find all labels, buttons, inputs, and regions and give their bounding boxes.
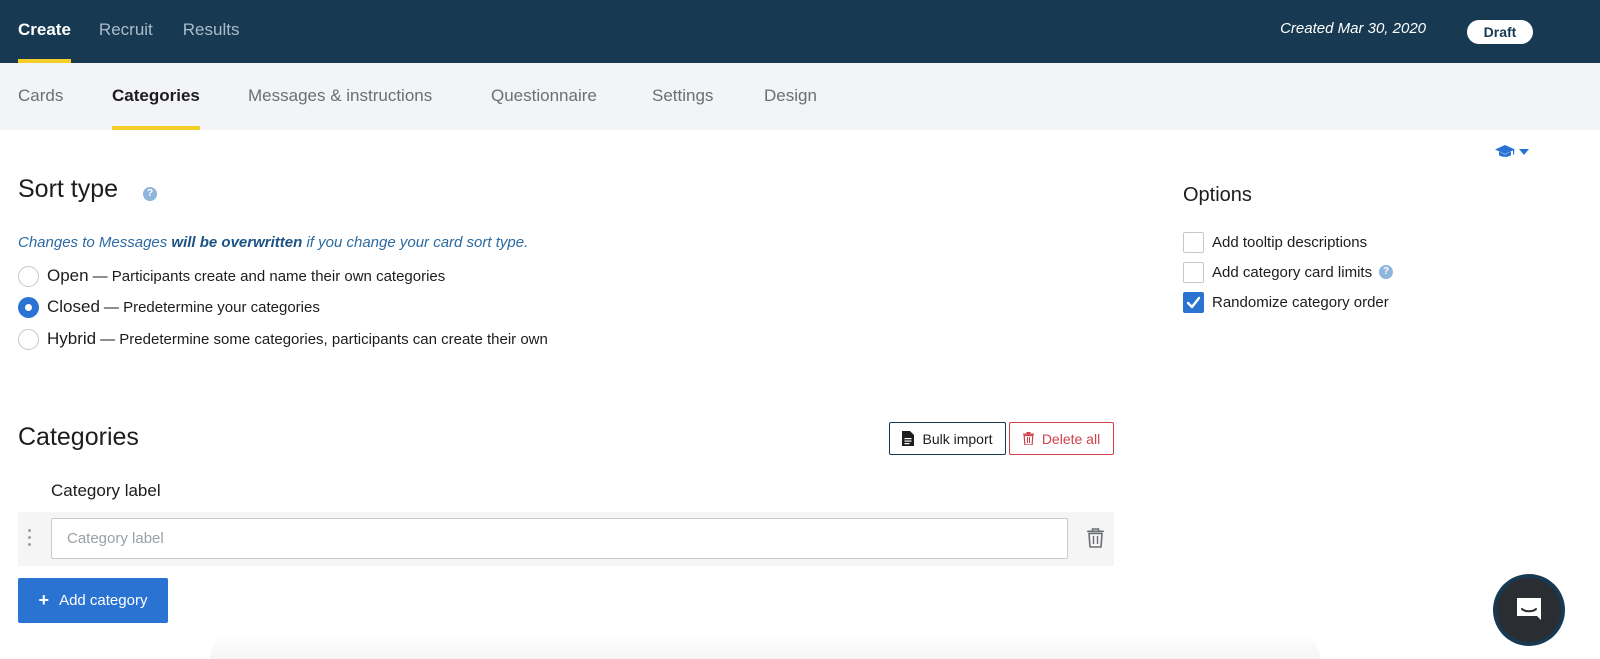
sort-option-closed[interactable]: Closed — Predetermine your categories (18, 296, 320, 318)
sort-option-hybrid[interactable]: Hybrid — Predetermine some categories, p… (18, 328, 548, 350)
option-randomize-category-order[interactable]: Randomize category order (1183, 291, 1389, 313)
card-limits-help-icon[interactable]: ? (1379, 265, 1394, 279)
bulk-import-button[interactable]: Bulk import (889, 422, 1006, 455)
radio-closed[interactable] (18, 296, 39, 318)
sort-option-open[interactable]: Open — Participants create and name thei… (18, 265, 445, 287)
delete-all-button[interactable]: Delete all (1009, 422, 1114, 455)
sub-navigation-bar: Cards Categories Messages & instructions… (0, 63, 1600, 130)
sort-option-desc: — Predetermine your categories (103, 298, 320, 316)
bulk-import-label: Bulk import (922, 430, 993, 447)
caret-down-icon (1519, 149, 1530, 156)
category-row (18, 512, 1114, 566)
top-tabs: Create Recruit Results (0, 0, 269, 63)
checkbox-category-card-limits[interactable] (1183, 261, 1204, 283)
top-navigation-bar: Create Recruit Results Created Mar 30, 2… (0, 0, 1600, 63)
sort-type-heading: Sort type (18, 175, 119, 203)
option-tooltip-descriptions[interactable]: Add tooltip descriptions (1183, 231, 1367, 253)
subtab-categories[interactable]: Categories (112, 63, 200, 130)
sort-type-warning: Changes to Messages will be overwritten … (18, 234, 529, 251)
subtab-questionnaire[interactable]: Questionnaire (491, 63, 597, 130)
category-label-column-header: Category label (51, 481, 161, 500)
sort-option-title: Open (47, 266, 89, 285)
checkbox-randomize-category-order[interactable] (1183, 291, 1204, 313)
tab-create[interactable]: Create (18, 0, 71, 63)
radio-open[interactable] (18, 265, 39, 287)
category-label-input[interactable] (51, 518, 1068, 559)
plus-icon: + (38, 590, 50, 610)
sort-option-desc: — Predetermine some categories, particip… (100, 330, 548, 348)
sort-type-help-icon[interactable]: ? (143, 187, 157, 201)
option-label: Add tooltip descriptions (1212, 233, 1368, 251)
checkmark-icon (1186, 296, 1201, 308)
add-category-button[interactable]: + Add category (18, 578, 168, 623)
trash-icon (1022, 432, 1034, 445)
option-label: Add category card limits (1212, 263, 1373, 281)
chat-launcher-button[interactable] (1493, 574, 1565, 646)
chat-icon (1517, 598, 1541, 620)
categories-heading: Categories (18, 423, 139, 451)
delete-all-label: Delete all (1041, 430, 1101, 447)
document-icon (902, 431, 915, 446)
subtab-cards[interactable]: Cards (18, 63, 63, 130)
options-heading: Options (1183, 184, 1252, 206)
delete-category-icon[interactable] (1087, 528, 1104, 553)
subtab-settings[interactable]: Settings (652, 63, 713, 130)
option-category-card-limits[interactable]: Add category card limits ? (1183, 261, 1394, 283)
radio-hybrid[interactable] (18, 328, 39, 350)
subtab-messages-instructions[interactable]: Messages & instructions (248, 63, 432, 130)
footer-shadow (210, 632, 1320, 659)
add-category-label: Add category (59, 592, 148, 609)
created-date: Created Mar 30, 2020 (1280, 20, 1426, 37)
option-label: Randomize category order (1212, 293, 1389, 311)
sort-option-desc: — Participants create and name their own… (92, 267, 446, 285)
tab-recruit[interactable]: Recruit (99, 0, 153, 63)
learning-menu-dropdown[interactable] (1495, 143, 1530, 160)
checkbox-tooltip-descriptions[interactable] (1183, 231, 1204, 253)
status-badge: Draft (1467, 20, 1533, 44)
drag-handle-icon[interactable] (28, 529, 32, 549)
graduation-cap-icon (1495, 145, 1515, 157)
subtab-design[interactable]: Design (764, 63, 817, 130)
tab-results[interactable]: Results (183, 0, 240, 63)
sort-option-title: Hybrid (47, 329, 97, 348)
sort-option-title: Closed (47, 297, 100, 316)
